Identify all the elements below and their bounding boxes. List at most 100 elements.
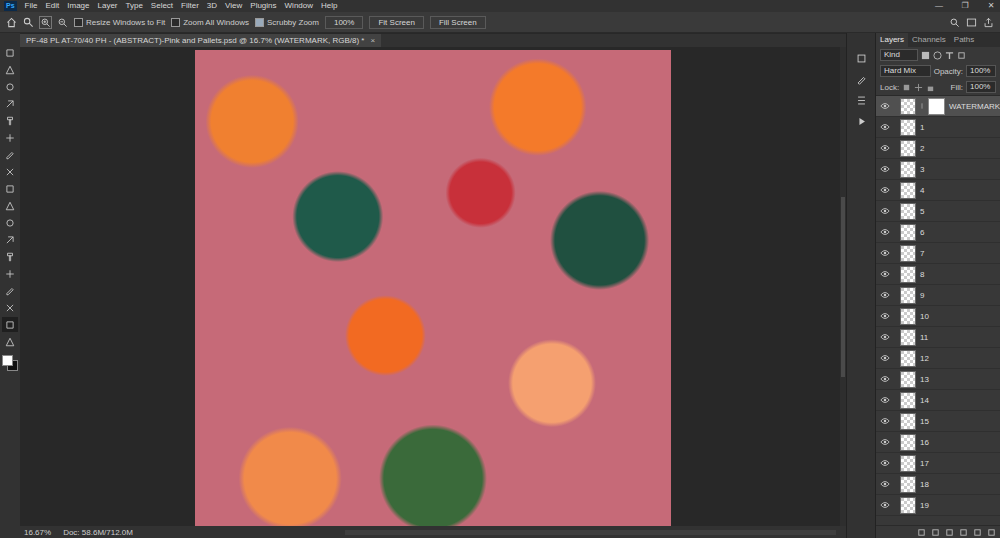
menu-item[interactable]: Plugins [250, 0, 276, 12]
menu-item[interactable]: Help [321, 0, 337, 12]
layer-row[interactable]: 11 [876, 327, 1000, 348]
layer-name[interactable]: 2 [920, 144, 924, 153]
eye-icon[interactable] [880, 354, 890, 362]
option-button[interactable]: 100% [325, 16, 363, 29]
link-icon[interactable] [920, 101, 924, 111]
layer-row[interactable]: 5 [876, 201, 1000, 222]
option-checkbox[interactable]: Zoom All Windows [171, 18, 249, 27]
layer-row[interactable]: 7 [876, 243, 1000, 264]
menu-item[interactable]: Image [67, 0, 89, 12]
eye-icon[interactable] [880, 270, 890, 278]
home-icon[interactable] [6, 17, 17, 28]
eye-icon[interactable] [880, 312, 890, 320]
photoshop-logo[interactable]: Ps [4, 1, 17, 11]
layer-row[interactable]: 16 [876, 432, 1000, 453]
eye-icon[interactable] [880, 291, 890, 299]
color-swatches[interactable] [2, 355, 18, 371]
layer-action-icon[interactable] [973, 528, 982, 537]
layer-row[interactable]: 3 [876, 159, 1000, 180]
document-info[interactable]: Doc: 58.6M/712.0M [63, 528, 133, 537]
layer-row[interactable]: 18 [876, 474, 1000, 495]
layer-row[interactable]: 1 [876, 117, 1000, 138]
panel-icon[interactable] [856, 116, 867, 127]
type-filter-icon[interactable] [945, 51, 954, 60]
eye-icon[interactable] [880, 249, 890, 257]
zoom-out-icon[interactable] [57, 17, 68, 28]
menu-item[interactable]: View [225, 0, 242, 12]
layer-name[interactable]: WATERMARK [949, 102, 1000, 111]
layer-name[interactable]: 6 [920, 228, 924, 237]
layer-name[interactable]: 12 [920, 354, 929, 363]
eye-icon[interactable] [880, 123, 890, 131]
share-icon[interactable] [983, 17, 994, 28]
tool-button[interactable] [2, 249, 18, 264]
layer-row[interactable]: WATERMARK [876, 96, 1000, 117]
eye-icon[interactable] [880, 459, 890, 467]
layer-row[interactable]: 17 [876, 453, 1000, 474]
artwork-canvas[interactable] [195, 50, 671, 526]
lock-pixels-icon[interactable] [902, 83, 911, 92]
tool-button[interactable] [2, 198, 18, 213]
zoom-in-icon[interactable] [40, 17, 51, 28]
layer-action-icon[interactable] [931, 528, 940, 537]
layer-row[interactable]: 19 [876, 495, 1000, 516]
layer-name[interactable]: 7 [920, 249, 924, 258]
tool-button[interactable] [2, 334, 18, 349]
tool-button[interactable] [2, 45, 18, 60]
layer-row[interactable]: 13 [876, 369, 1000, 390]
layer-name[interactable]: 8 [920, 270, 924, 279]
panel-icon[interactable] [856, 95, 867, 106]
layer-name[interactable]: 9 [920, 291, 924, 300]
opacity-field[interactable]: 100% [966, 65, 996, 77]
layer-row[interactable]: 14 [876, 390, 1000, 411]
layer-name[interactable]: 4 [920, 186, 924, 195]
layer-row[interactable]: 4 [876, 180, 1000, 201]
layer-row[interactable]: 8 [876, 264, 1000, 285]
menu-item[interactable]: Type [126, 0, 143, 12]
checkbox[interactable] [255, 18, 264, 27]
layer-row[interactable]: 15 [876, 411, 1000, 432]
window-control[interactable]: — [930, 0, 948, 12]
tool-button[interactable] [2, 113, 18, 128]
tool-button[interactable] [2, 62, 18, 77]
adjustment-filter-icon[interactable] [933, 51, 942, 60]
layer-name[interactable]: 5 [920, 207, 924, 216]
layer-action-icon[interactable] [959, 528, 968, 537]
tool-button[interactable] [2, 79, 18, 94]
menu-item[interactable]: 3D [207, 0, 217, 12]
zoom-level[interactable]: 16.67% [24, 528, 51, 537]
layer-row[interactable]: 12 [876, 348, 1000, 369]
layer-name[interactable]: 11 [920, 333, 928, 342]
fill-field[interactable]: 100% [966, 81, 996, 93]
layer-name[interactable]: 13 [920, 375, 929, 384]
panel-tab[interactable]: Layers [876, 33, 908, 47]
tool-button[interactable] [2, 232, 18, 247]
eye-icon[interactable] [880, 228, 890, 236]
document-tab[interactable]: PF-48 PL AT-70/40 PH - (ABSTRACT)-Pink a… [20, 34, 381, 47]
option-checkbox[interactable]: Scrubby Zoom [255, 18, 319, 27]
tool-button[interactable] [2, 266, 18, 281]
vertical-scrollbar[interactable] [840, 47, 846, 526]
tool-button[interactable] [2, 283, 18, 298]
workspace-icon[interactable] [966, 17, 977, 28]
zoom-tool-icon[interactable] [23, 17, 34, 28]
tool-button[interactable] [2, 317, 18, 332]
checkbox[interactable] [171, 18, 180, 27]
lock-position-icon[interactable] [914, 83, 923, 92]
shape-filter-icon[interactable] [957, 51, 966, 60]
layer-name[interactable]: 3 [920, 165, 924, 174]
layer-mask-thumbnail[interactable] [928, 98, 945, 115]
layer-name[interactable]: 10 [920, 312, 929, 321]
lock-all-icon[interactable] [926, 83, 935, 92]
layer-row[interactable]: 2 [876, 138, 1000, 159]
panel-icon[interactable] [856, 74, 867, 85]
eye-icon[interactable] [880, 144, 890, 152]
panel-tab[interactable]: Channels [908, 33, 950, 47]
panel-tab[interactable]: Paths [950, 33, 978, 47]
option-button[interactable]: Fill Screen [430, 16, 486, 29]
layer-action-icon[interactable] [917, 528, 926, 537]
layer-name[interactable]: 1 [920, 123, 924, 132]
foreground-color[interactable] [2, 355, 13, 366]
eye-icon[interactable] [880, 165, 890, 173]
eye-icon[interactable] [880, 417, 890, 425]
